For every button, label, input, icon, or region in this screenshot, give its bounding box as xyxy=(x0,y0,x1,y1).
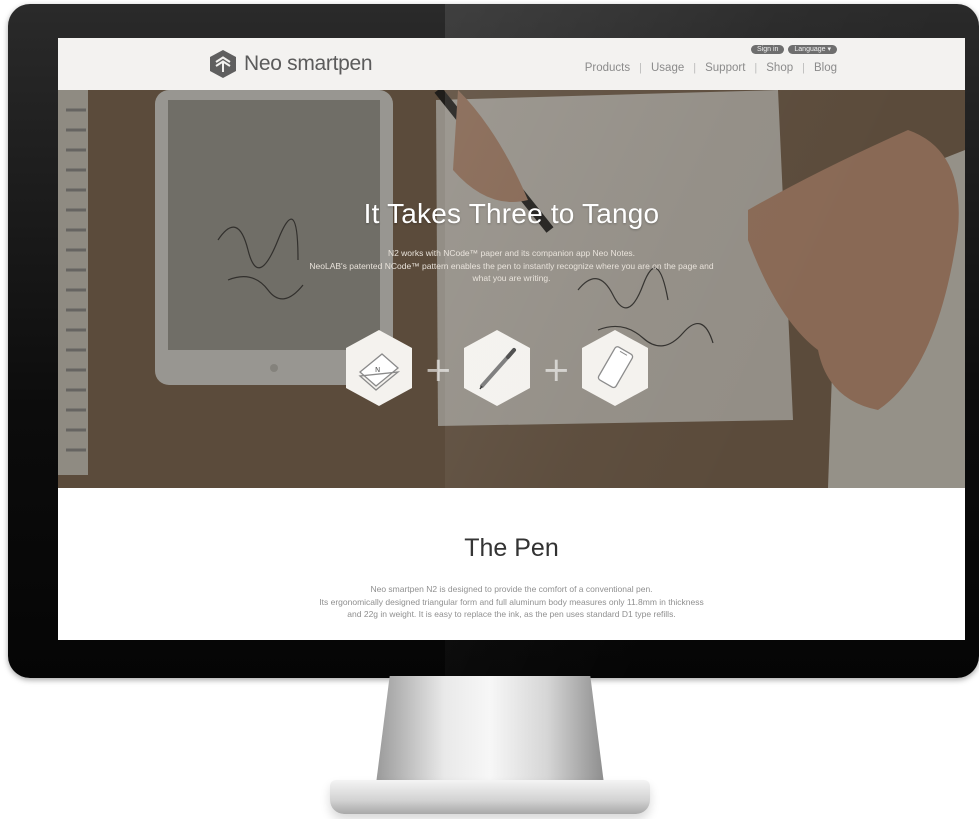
section-text-line: Its ergonomically designed triangular fo… xyxy=(319,596,704,607)
pen-section: The Pen Neo smartpen N2 is designed to p… xyxy=(58,488,965,640)
hero-banner: It Takes Three to Tango N2 works with NC… xyxy=(58,90,965,488)
nav-products[interactable]: Products xyxy=(585,62,630,74)
nav-divider: | xyxy=(639,62,642,74)
hero-text-line: NeoLAB's patented NCode™ pattern enables… xyxy=(309,260,714,271)
pen-icon xyxy=(462,328,532,408)
nav-usage[interactable]: Usage xyxy=(651,62,684,74)
site-header: Neo smartpen Sign in Language ▾ Products… xyxy=(58,38,965,90)
language-dropdown[interactable]: Language ▾ xyxy=(788,45,837,54)
brand-name: Neo smartpen xyxy=(244,52,373,75)
monitor-stand-neck xyxy=(376,676,604,784)
hero-description: N2 works with NCode™ paper and its compa… xyxy=(208,247,815,285)
notepad-icon: N xyxy=(344,328,414,408)
svg-text:N: N xyxy=(375,366,380,374)
plus-sign: + xyxy=(424,350,453,390)
main-nav: Products | Usage | Support | Shop | Blog xyxy=(585,62,837,74)
section-title: The Pen xyxy=(464,534,559,562)
browser-viewport: Neo smartpen Sign in Language ▾ Products… xyxy=(58,38,965,640)
nav-divider: | xyxy=(693,62,697,74)
three-step-icons: N + + xyxy=(344,328,664,414)
nav-support[interactable]: Support xyxy=(705,62,745,74)
nav-shop[interactable]: Shop xyxy=(766,62,793,74)
nav-blog[interactable]: Blog xyxy=(814,62,837,74)
brand-logo[interactable]: Neo smartpen xyxy=(210,50,373,78)
nav-divider: | xyxy=(802,62,805,74)
monitor-frame: Neo smartpen Sign in Language ▾ Products… xyxy=(8,4,979,678)
phone-icon xyxy=(580,328,650,408)
section-text-line: and 22g in weight. It is easy to replace… xyxy=(347,609,676,619)
neo-logo-icon xyxy=(210,50,236,78)
hero-text-line: what you are writing. xyxy=(472,273,551,283)
plus-sign: + xyxy=(542,350,571,390)
sign-in-button[interactable]: Sign in xyxy=(750,45,785,54)
nav-divider: | xyxy=(754,62,758,74)
hero-title: It Takes Three to Tango xyxy=(363,198,660,229)
hero-overlay xyxy=(58,90,965,488)
utility-bar: Sign in Language ▾ xyxy=(750,45,837,54)
section-text-line: Neo smartpen N2 is designed to provide t… xyxy=(370,584,653,594)
hero-text-line: N2 works with NCode™ paper and its compa… xyxy=(387,248,636,258)
monitor-stand-base xyxy=(330,780,650,814)
section-description: Neo smartpen N2 is designed to provide t… xyxy=(188,583,835,621)
